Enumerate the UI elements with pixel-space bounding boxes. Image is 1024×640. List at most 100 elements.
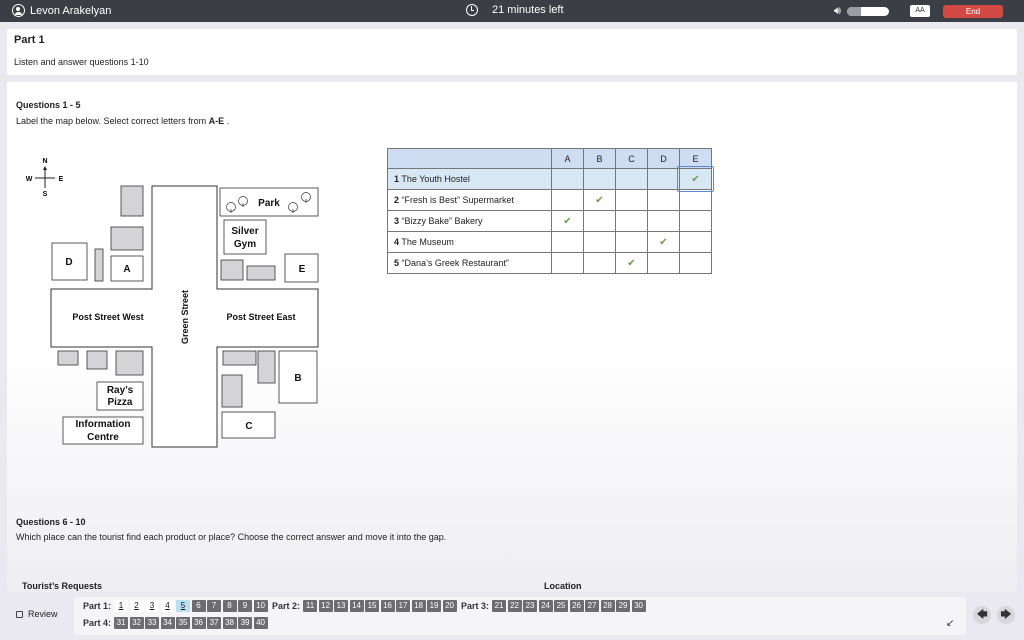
question-nav-button[interactable]: 3: [145, 600, 160, 612]
answer-cell-5-e[interactable]: [679, 252, 712, 274]
question-nav-button[interactable]: 4: [160, 600, 175, 612]
collapse-arrow-icon[interactable]: ↙: [946, 618, 954, 629]
answer-cell-1-b[interactable]: [583, 168, 616, 190]
timer: 21 minutes left: [466, 4, 564, 16]
table-row: 5 “Dana’s Greek Restaurant” ✔: [387, 252, 712, 274]
map-label-pizza: Pizza: [107, 397, 132, 408]
question-nav-button[interactable]: 26: [569, 600, 584, 612]
svg-text:N: N: [42, 158, 47, 165]
question-nav-button[interactable]: 23: [523, 600, 538, 612]
map-label-d: D: [65, 257, 72, 268]
question-content[interactable]: Questions 1 - 5 Label the map below. Sel…: [7, 82, 1017, 592]
answer-cell-2-a[interactable]: [551, 189, 584, 211]
question-nav-button[interactable]: 1: [114, 600, 129, 612]
end-button[interactable]: End: [943, 5, 1003, 18]
nav-row: Part 4: 31 32 33 34 35 36 37 38 39 40: [80, 617, 269, 629]
footer-navigation: Review Part 1: 1 2 3 4 5 6 7 8 9 10 Part 2: 11 12 13 14…: [0, 597, 1024, 640]
answer-cell-5-d[interactable]: [647, 252, 680, 274]
question-nav-button[interactable]: 14: [349, 600, 364, 612]
question-nav-button[interactable]: 34: [160, 617, 175, 629]
question-nav-button[interactable]: 36: [191, 617, 206, 629]
col-header: D: [647, 148, 680, 169]
answer-cell-3-b[interactable]: [583, 210, 616, 232]
answer-cell-5-b[interactable]: [583, 252, 616, 274]
question-nav-button[interactable]: 10: [253, 600, 268, 612]
answer-cell-1-e[interactable]: ✔: [677, 166, 715, 193]
question-nav-button[interactable]: 29: [616, 600, 631, 612]
checkbox-icon[interactable]: [16, 610, 23, 618]
answer-cell-5-c[interactable]: ✔: [615, 252, 648, 274]
map-label-rays: Ray’s: [107, 385, 134, 396]
question-nav-button[interactable]: 2: [129, 600, 144, 612]
map-label-park: Park: [258, 198, 280, 209]
answer-cell-1-d[interactable]: [647, 168, 680, 190]
question-nav-button[interactable]: 11: [303, 600, 318, 612]
answer-cell-4-d[interactable]: ✔: [647, 231, 680, 253]
part-header: Part 1 Listen and answer questions 1-10: [7, 29, 1017, 75]
question-nav-button[interactable]: 6: [191, 600, 206, 612]
question-nav-button[interactable]: 20: [442, 600, 457, 612]
question-nav-button[interactable]: 27: [585, 600, 600, 612]
question-nav-button[interactable]: 15: [365, 600, 380, 612]
table-row: 2 “Fresh is Best” Supermarket ✔: [387, 189, 712, 211]
question-nav-button[interactable]: 19: [427, 600, 442, 612]
question-nav-button[interactable]: 31: [114, 617, 129, 629]
question-nav-button[interactable]: 8: [222, 600, 237, 612]
answer-cell-2-c[interactable]: [615, 189, 648, 211]
answer-cell-4-a[interactable]: [551, 231, 584, 253]
arrow-right-icon[interactable]: 🡆: [997, 606, 1015, 624]
volume-control[interactable]: 🔊︎: [834, 5, 889, 17]
question-nav-button[interactable]: 25: [554, 600, 569, 612]
question-nav-button[interactable]: 35: [176, 617, 191, 629]
table-row: 3 “Bizzy Bake” Bakery ✔: [387, 210, 712, 232]
answer-cell-2-d[interactable]: [647, 189, 680, 211]
question-nav-button[interactable]: 18: [411, 600, 426, 612]
answer-cell-2-b[interactable]: ✔: [583, 189, 616, 211]
nav-row: Part 1: 1 2 3 4 5 6 7 8 9 10 Part 2: 11 12 13 14 15 16 17 1…: [80, 600, 647, 612]
answer-cell-3-c[interactable]: [615, 210, 648, 232]
question-nav-button[interactable]: 33: [145, 617, 160, 629]
question-nav-button[interactable]: 39: [238, 617, 253, 629]
map-label-a: A: [123, 264, 130, 275]
part-label: Part 1:: [83, 601, 112, 611]
answer-cell-3-d[interactable]: [647, 210, 680, 232]
question-nav-button[interactable]: 38: [222, 617, 237, 629]
street-label-post-east: Post Street East: [226, 312, 295, 322]
row-label: 3 “Bizzy Bake” Bakery: [387, 210, 552, 232]
answer-cell-2-e[interactable]: [679, 189, 712, 211]
answer-cell-3-a[interactable]: ✔: [551, 210, 584, 232]
question-nav-button[interactable]: 28: [600, 600, 615, 612]
question-nav-button[interactable]: 13: [334, 600, 349, 612]
answer-cell-4-c[interactable]: [615, 231, 648, 253]
review-checkbox[interactable]: Review: [16, 609, 58, 619]
question-nav-button[interactable]: 37: [207, 617, 222, 629]
answer-cell-4-e[interactable]: [679, 231, 712, 253]
row-label: 5 “Dana’s Greek Restaurant”: [387, 252, 552, 274]
volume-slider[interactable]: [846, 6, 889, 16]
location-column-header: Location: [544, 581, 582, 591]
question-navigator: Part 1: 1 2 3 4 5 6 7 8 9 10 Part 2: 11 12 13 14 15 16 17 1…: [74, 597, 966, 635]
question-nav-button[interactable]: 30: [631, 600, 646, 612]
arrow-left-icon[interactable]: 🡄: [973, 606, 991, 624]
answer-cell-3-e[interactable]: [679, 210, 712, 232]
question-nav-button[interactable]: 32: [129, 617, 144, 629]
text-size-button[interactable]: AA: [910, 5, 930, 17]
question-nav-button[interactable]: 24: [538, 600, 553, 612]
question-nav-button[interactable]: 5: [176, 600, 191, 612]
answer-table: A B C D E 1 The Youth Hostel ✔ 2 “Fresh is…: [387, 148, 715, 274]
question-nav-button[interactable]: 40: [253, 617, 268, 629]
question-nav-button[interactable]: 12: [318, 600, 333, 612]
question-nav-button[interactable]: 22: [507, 600, 522, 612]
check-mark-icon: ✔: [563, 215, 572, 227]
question-nav-button[interactable]: 16: [380, 600, 395, 612]
answer-cell-5-a[interactable]: [551, 252, 584, 274]
question-nav-button[interactable]: 9: [238, 600, 253, 612]
question-nav-button[interactable]: 17: [396, 600, 411, 612]
answer-cell-1-a[interactable]: [551, 168, 584, 190]
question-nav-button[interactable]: 21: [492, 600, 507, 612]
question-nav-button[interactable]: 7: [207, 600, 222, 612]
check-mark-icon: ✔: [595, 194, 604, 206]
answer-cell-4-b[interactable]: [583, 231, 616, 253]
part-label: Part 2:: [272, 601, 301, 611]
answer-cell-1-c[interactable]: [615, 168, 648, 190]
